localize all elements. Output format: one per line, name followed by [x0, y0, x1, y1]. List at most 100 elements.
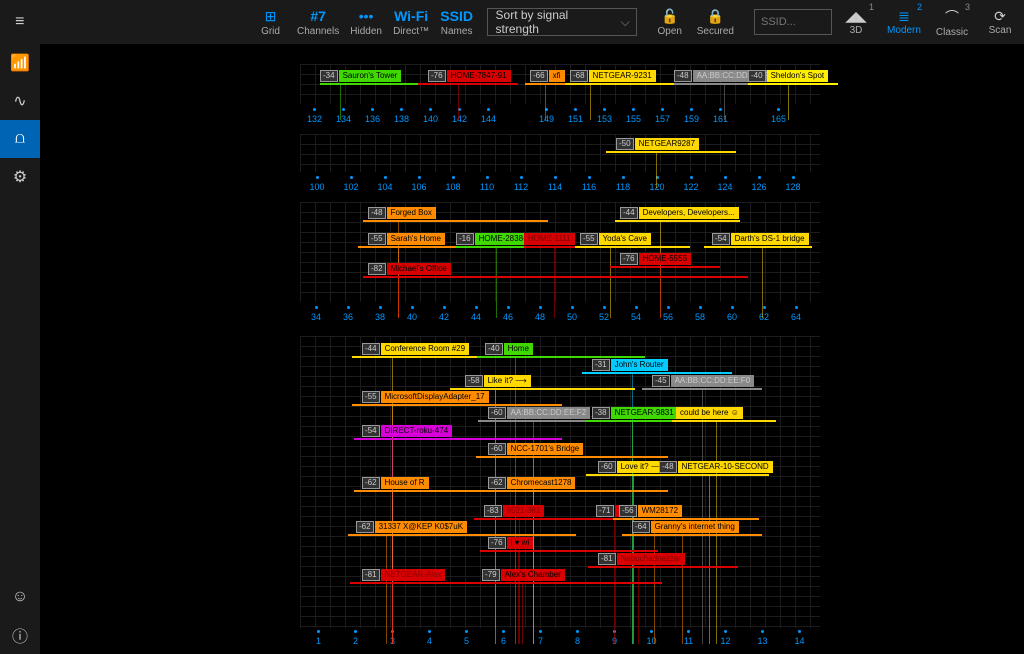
- network-entry[interactable]: -62House of R: [362, 476, 442, 489]
- network-name: Like it? ⟶: [484, 375, 531, 387]
- signal-badge: -31: [592, 359, 610, 371]
- network-entry[interactable]: -81Nebuchadnezzar: [598, 552, 693, 565]
- network-entry[interactable]: -40Sheldon's Spot: [748, 69, 838, 82]
- network-entry[interactable]: -54Darth's DS-1 bridge: [712, 232, 827, 245]
- axis-tick: 42: [428, 306, 460, 322]
- network-name: NETGEAR-9831: [611, 407, 678, 419]
- axis-tick: 4: [411, 630, 448, 646]
- wifi-direct-button[interactable]: Wi-Fi Direct™: [388, 0, 435, 44]
- signal-badge: -55: [368, 233, 386, 245]
- network-entry[interactable]: -44Developers, Developers...: [620, 206, 760, 219]
- rail-wave[interactable]: ∿: [0, 82, 40, 120]
- network-entry[interactable]: -82Michael's Office: [368, 262, 468, 275]
- network-entry[interactable]: -31John's Router: [592, 358, 682, 371]
- axis-tick: 132: [300, 108, 329, 124]
- grid-button[interactable]: ⊞ Grid: [250, 0, 292, 44]
- signal-badge: -76: [488, 537, 506, 549]
- axis-tick: 144: [474, 108, 503, 124]
- signal-badge: -60: [488, 443, 506, 455]
- network-entry[interactable]: -66xfi: [530, 69, 560, 82]
- axis-tick: 52: [588, 306, 620, 322]
- signal-badge: -60: [598, 461, 616, 473]
- network-entry[interactable]: -34Sauron's Tower: [320, 69, 420, 82]
- network-entry[interactable]: -54DIRECT-roku-474: [362, 424, 467, 437]
- network-name: NETGEAR-9231: [589, 70, 656, 82]
- axis-tick: 36: [332, 306, 364, 322]
- network-entry[interactable]: -40Home: [485, 342, 540, 355]
- rail-info[interactable]: ⓘ: [0, 616, 40, 654]
- rail-settings[interactable]: ⚙: [0, 158, 40, 196]
- network-entry[interactable]: could be here ☺: [676, 406, 766, 419]
- axis-tick: 7: [522, 630, 559, 646]
- 3d-view-button[interactable]: 1 ◢◣ 3D: [832, 0, 880, 44]
- rail-signal[interactable]: 📶: [0, 44, 40, 82]
- signal-badge: -54: [362, 425, 380, 437]
- rail-spectrum[interactable]: ⩍: [0, 120, 40, 158]
- network-entry[interactable]: -60NCC-1701's Bridge: [488, 442, 593, 455]
- signal-badge: -48: [674, 70, 692, 82]
- network-name: HOME-1111: [524, 233, 575, 245]
- network-entry[interactable]: -45AA:BB:CC:DD:EE:F0: [652, 374, 757, 387]
- network-entry[interactable]: -76i ♥ wi: [488, 536, 538, 549]
- modern-view-button[interactable]: 2 ≣ Modern: [880, 0, 928, 44]
- sort-dropdown[interactable]: Sort by signal strength: [487, 8, 637, 36]
- axis-tick: 100: [300, 176, 334, 192]
- network-name: HOME-7847-91: [447, 70, 511, 82]
- network-name: AA:BB:CC:DD:EE:F0: [671, 375, 755, 387]
- network-entry[interactable]: -55Yoda's Cave: [580, 232, 660, 245]
- frequency-band: 1234567891011121314-44Conference Room #2…: [40, 336, 1024, 646]
- network-entry[interactable]: -38NETGEAR-9831: [592, 406, 682, 419]
- scan-button[interactable]: ⟳ Scan: [976, 0, 1024, 44]
- signal-badge: -40: [485, 343, 503, 355]
- classic-view-button[interactable]: 3 ⌒ Classic: [928, 0, 976, 44]
- network-entry[interactable]: -76HOME-5555: [620, 252, 700, 265]
- hamburger-menu[interactable]: ≡: [0, 0, 40, 44]
- channel-axis: 1321341361381401421441491511531551571591…: [300, 108, 793, 124]
- signal-badge: -60: [488, 407, 506, 419]
- frequency-band: 1321341361381401421441491511531551571591…: [40, 64, 1024, 124]
- axis-tick: 134: [329, 108, 358, 124]
- network-entry[interactable]: -48Forged Box: [368, 206, 448, 219]
- axis-tick: 149: [532, 108, 561, 124]
- signal-badge: -54: [712, 233, 730, 245]
- rail-feedback[interactable]: ☺: [0, 578, 40, 616]
- grid-icon: ⊞: [265, 7, 277, 25]
- axis-tick: 62: [748, 306, 780, 322]
- network-name: Sauron's Tower: [339, 70, 402, 82]
- network-entry[interactable]: -44Conference Room #29: [362, 342, 492, 355]
- network-entry[interactable]: -58Like it? ⟶: [465, 374, 535, 387]
- network-entry[interactable]: -79Alex's Chamber: [482, 568, 577, 581]
- hidden-button[interactable]: ••• Hidden: [345, 0, 388, 44]
- network-entry[interactable]: -838521-381: [484, 504, 549, 517]
- signal-badge: -64: [632, 521, 650, 533]
- network-entry[interactable]: -48NETGEAR-10-SECOND: [659, 460, 784, 473]
- secured-filter[interactable]: 🔒 Secured: [691, 0, 740, 44]
- signal-badge: -55: [580, 233, 598, 245]
- network-entry[interactable]: -55MicrosoftDisplayAdapter_17: [362, 390, 517, 403]
- channels-button[interactable]: #7 Channels: [292, 0, 345, 44]
- network-entry[interactable]: -6231337 X@KEP K0$7uK: [356, 520, 481, 533]
- signal-badge: -44: [362, 343, 380, 355]
- axis-tick: 54: [620, 306, 652, 322]
- network-name: 31337 X@KEP K0$7uK: [375, 521, 467, 533]
- signal-badge: -50: [616, 138, 634, 150]
- ssid-search-input[interactable]: [754, 9, 832, 35]
- network-entry[interactable]: -68NETGEAR-9231: [570, 69, 660, 82]
- network-entry[interactable]: -56WM28172: [619, 504, 689, 517]
- network-entry[interactable]: -50NETGEAR9287: [616, 137, 711, 150]
- open-filter[interactable]: 🔓 Open: [649, 0, 691, 44]
- signal-badge: -55: [362, 391, 380, 403]
- network-entry[interactable]: -62Chromecast1278: [488, 476, 593, 489]
- network-name: NETGEAR-10-SECOND: [678, 461, 773, 473]
- network-name: xfi: [549, 70, 565, 82]
- ssid-names-button[interactable]: SSID Names: [435, 0, 479, 44]
- network-entry[interactable]: -81NETGEAR-Alex: [362, 568, 452, 581]
- network-entry[interactable]: -60AA:BB:CC:DD:EE:F2: [488, 406, 593, 419]
- network-name: AA:BB:CC:DD:EE:F2: [507, 407, 591, 419]
- network-name: 8521-381: [503, 505, 545, 517]
- axis-tick: 136: [358, 108, 387, 124]
- axis-tick: 104: [368, 176, 402, 192]
- network-entry[interactable]: -55Sarah's Home: [368, 232, 458, 245]
- network-entry[interactable]: -64Granny's internet thing: [632, 520, 762, 533]
- network-entry[interactable]: -76HOME-7847-91: [428, 69, 528, 82]
